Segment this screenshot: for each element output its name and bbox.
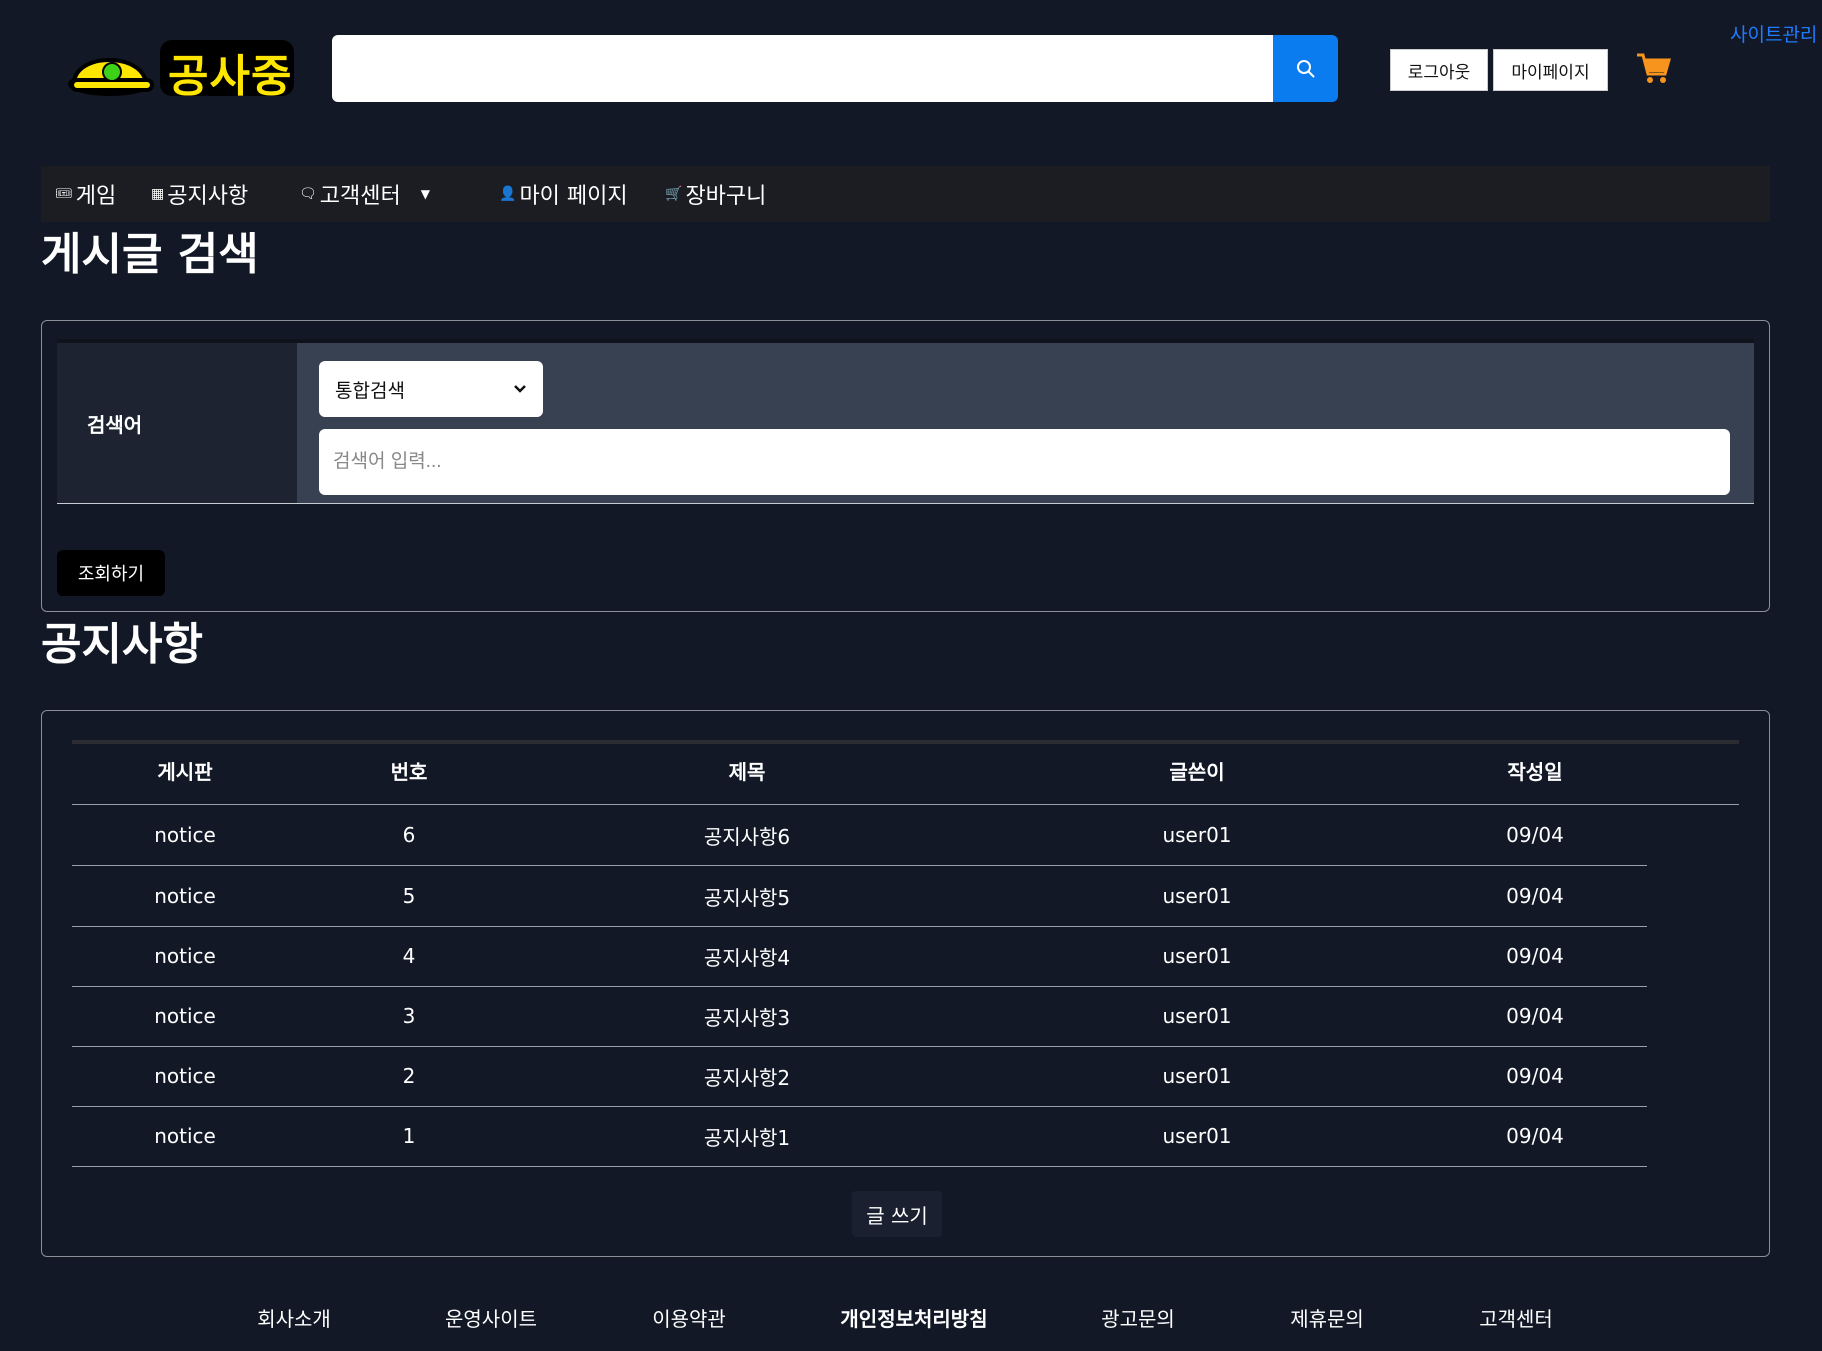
footer-link-privacy[interactable]: 개인정보처리방침 xyxy=(840,1303,987,1332)
footer-link-sites[interactable]: 운영사이트 xyxy=(445,1303,537,1332)
nav-item-label: 게임 xyxy=(75,184,117,209)
column-header-board: 게시판 xyxy=(157,760,213,784)
cell-author: user01 xyxy=(1162,823,1232,847)
cell-title: 공지사항2 xyxy=(703,1065,791,1090)
table-row[interactable]: notice 4 공지사항4 user01 09/04 xyxy=(72,926,1647,987)
cell-number: 4 xyxy=(402,944,416,968)
cell-number: 2 xyxy=(402,1064,416,1088)
search-type-select[interactable]: 통합검색 xyxy=(319,361,543,417)
cell-title: 공지사항5 xyxy=(703,885,791,910)
cell-title: 공지사항1 xyxy=(703,1125,791,1150)
search-section-title: 게시글 검색 xyxy=(41,229,259,280)
cell-date: 09/04 xyxy=(1506,884,1564,908)
cell-number: 3 xyxy=(402,1004,416,1028)
cell-author: user01 xyxy=(1162,1004,1232,1028)
cell-title: 공지사항4 xyxy=(703,945,791,970)
cell-date: 09/04 xyxy=(1506,1004,1564,1028)
table-row[interactable]: notice 2 공지사항2 user01 09/04 xyxy=(72,1046,1647,1107)
site-admin-link[interactable]: 사이트관리 xyxy=(1730,20,1817,47)
footer-link-partnership[interactable]: 제휴문의 xyxy=(1290,1303,1364,1332)
cell-date: 09/04 xyxy=(1506,944,1564,968)
board-panel: 게시판 번호 제목 글쓴이 작성일 notice 6 공지사항6 user01 … xyxy=(41,710,1770,1257)
main-nav: 🎟 게임 ▦ 공지사항 🗨 고객센터 ▼ 👤 마이 페이지 🛒 장바구니 xyxy=(41,166,1770,222)
search-icon xyxy=(1296,59,1315,78)
table-row[interactable]: notice 3 공지사항3 user01 09/04 xyxy=(72,986,1647,1047)
column-header-title: 제목 xyxy=(728,760,766,784)
column-header-number: 번호 xyxy=(390,760,428,784)
cell-number: 1 xyxy=(402,1124,416,1148)
column-header-author: 글쓴이 xyxy=(1169,760,1225,784)
nav-item-label: 마이 페이지 xyxy=(519,184,628,209)
search-panel: 검색어 통합검색 조회하기 xyxy=(41,320,1770,612)
search-input[interactable] xyxy=(332,35,1273,102)
write-post-button[interactable]: 글 쓰기 xyxy=(852,1191,942,1237)
footer-link-about[interactable]: 회사소개 xyxy=(257,1303,331,1332)
chevron-down-icon xyxy=(514,385,526,393)
search-button[interactable] xyxy=(1273,35,1338,102)
search-fields: 통합검색 xyxy=(297,343,1754,503)
cell-number: 5 xyxy=(402,884,416,908)
cell-board: notice xyxy=(154,1004,216,1028)
list-icon: ▦ xyxy=(151,186,165,202)
nav-item-game[interactable]: 🎟 게임 xyxy=(55,166,116,222)
logo-text: 공사중 xyxy=(168,51,293,102)
cell-title: 공지사항3 xyxy=(703,1005,791,1030)
site-logo[interactable]: 공사중 xyxy=(68,34,298,102)
logout-button[interactable]: 로그아웃 xyxy=(1390,49,1488,91)
keyword-label: 검색어 xyxy=(57,343,297,503)
ticket-icon: 🎟 xyxy=(55,186,73,202)
nav-item-notice[interactable]: ▦ 공지사항 xyxy=(151,166,248,222)
table-row[interactable]: notice 1 공지사항1 user01 09/04 xyxy=(72,1106,1647,1167)
nav-item-customer-center[interactable]: 🗨 고객센터 ▼ xyxy=(299,166,430,222)
cell-date: 09/04 xyxy=(1506,823,1564,847)
column-header-date: 작성일 xyxy=(1507,760,1563,784)
caret-down-icon: ▼ xyxy=(420,187,430,201)
cell-author: user01 xyxy=(1162,1124,1232,1148)
table-row[interactable]: notice 5 공지사항5 user01 09/04 xyxy=(72,866,1647,927)
cell-board: notice xyxy=(154,1124,216,1148)
cell-board: notice xyxy=(154,884,216,908)
search-type-value: 통합검색 xyxy=(335,379,405,402)
nav-item-label: 장바구니 xyxy=(685,184,767,209)
cell-date: 09/04 xyxy=(1506,1064,1564,1088)
cell-author: user01 xyxy=(1162,944,1232,968)
board-title: 공지사항 xyxy=(41,619,203,670)
keyword-input[interactable] xyxy=(319,429,1730,495)
cell-author: user01 xyxy=(1162,1064,1232,1088)
chat-icon: 🗨 xyxy=(299,186,317,202)
user-icon: 👤 xyxy=(499,186,517,202)
mypage-button[interactable]: 마이페이지 xyxy=(1493,49,1608,91)
cell-date: 09/04 xyxy=(1506,1124,1564,1148)
cell-author: user01 xyxy=(1162,884,1232,908)
nav-item-cart[interactable]: 🛒 장바구니 xyxy=(665,166,766,222)
search-form-table: 검색어 통합검색 xyxy=(57,339,1754,504)
table-top-rule xyxy=(72,740,1739,744)
query-button[interactable]: 조회하기 xyxy=(57,550,165,596)
cell-number: 6 xyxy=(402,823,416,847)
cell-board: notice xyxy=(154,944,216,968)
footer-link-support[interactable]: 고객센터 xyxy=(1479,1303,1553,1332)
footer-link-terms[interactable]: 이용약관 xyxy=(652,1303,726,1332)
cell-board: notice xyxy=(154,823,216,847)
cell-board: notice xyxy=(154,1064,216,1088)
nav-item-label: 공지사항 xyxy=(167,184,249,209)
table-row[interactable]: notice 6 공지사항6 user01 09/04 xyxy=(72,805,1647,866)
nav-item-label: 고객센터 xyxy=(319,184,401,209)
cart-small-icon: 🛒 xyxy=(665,186,683,202)
cart-icon[interactable] xyxy=(1635,50,1671,86)
nav-item-mypage[interactable]: 👤 마이 페이지 xyxy=(499,166,628,222)
cell-title: 공지사항6 xyxy=(703,824,791,849)
footer-link-ads[interactable]: 광고문의 xyxy=(1101,1303,1175,1332)
